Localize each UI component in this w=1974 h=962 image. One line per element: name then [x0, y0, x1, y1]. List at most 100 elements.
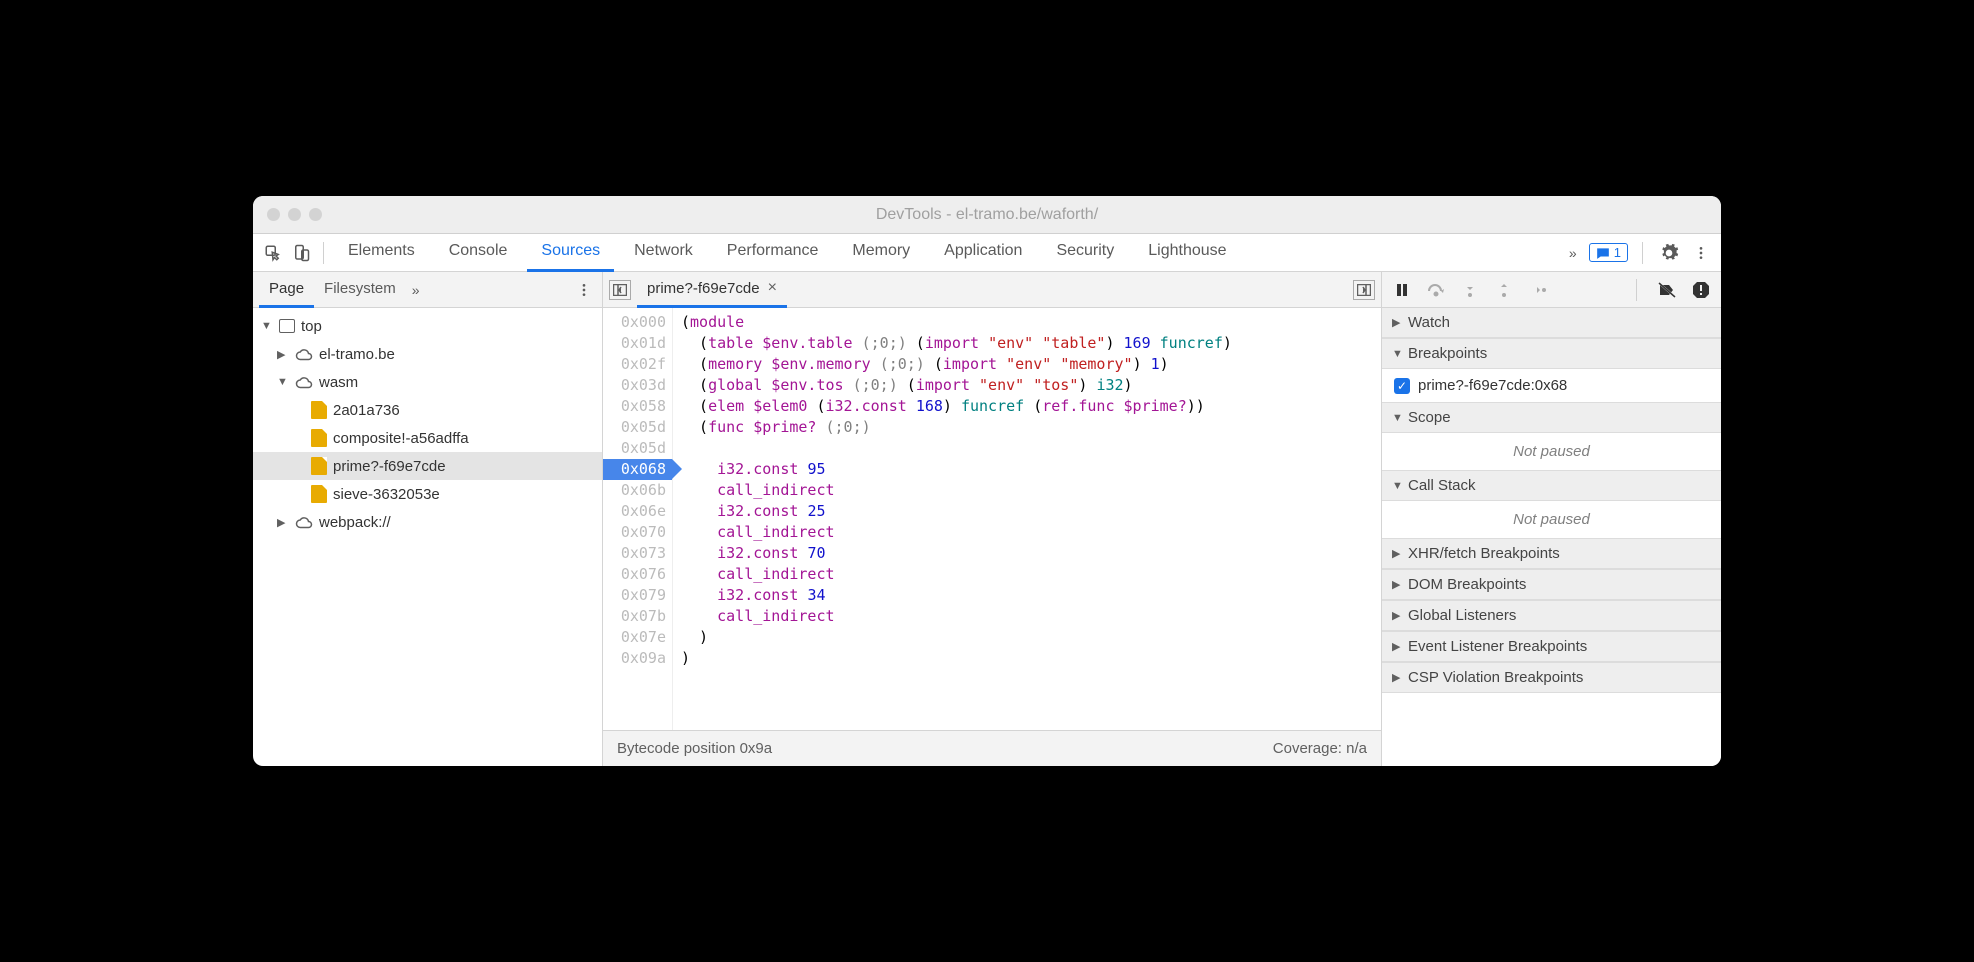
code-line[interactable]: (elem $elem0 (i32.const 168) funcref (re…: [681, 396, 1232, 417]
tree-item[interactable]: ▶composite!-a56adffa: [253, 424, 602, 452]
code-line[interactable]: (module: [681, 312, 1232, 333]
close-window-button[interactable]: [267, 208, 280, 221]
gutter-line[interactable]: 0x000: [603, 312, 666, 333]
gutter-line[interactable]: 0x02f: [603, 354, 666, 375]
tree-item[interactable]: ▼wasm: [253, 368, 602, 396]
chevron-icon: ▶: [1392, 640, 1402, 653]
gutter-line[interactable]: 0x01d: [603, 333, 666, 354]
gutter-line-breakpoint[interactable]: 0x068: [603, 459, 672, 480]
code-line[interactable]: call_indirect: [681, 564, 1232, 585]
debugger-section-header[interactable]: ▼Breakpoints: [1382, 338, 1721, 369]
step-into-icon[interactable]: [1460, 280, 1480, 300]
close-tab-icon[interactable]: ×: [768, 279, 777, 297]
tree-item[interactable]: ▼top: [253, 312, 602, 340]
chevron-down-icon[interactable]: ▼: [277, 376, 289, 388]
navigator-more-icon[interactable]: »: [412, 282, 420, 298]
code-line[interactable]: [681, 438, 1232, 459]
main-tab-security[interactable]: Security: [1042, 234, 1128, 272]
code-line[interactable]: i32.const 25: [681, 501, 1232, 522]
code-line[interactable]: ): [681, 627, 1232, 648]
debugger-section-header[interactable]: ▶Event Listener Breakpoints: [1382, 631, 1721, 662]
more-tabs-icon[interactable]: »: [1561, 241, 1585, 265]
code-line[interactable]: call_indirect: [681, 522, 1232, 543]
code-line[interactable]: i32.const 34: [681, 585, 1232, 606]
code-line[interactable]: i32.const 95: [681, 459, 1232, 480]
main-tab-network[interactable]: Network: [620, 234, 707, 272]
gutter-line[interactable]: 0x05d: [603, 438, 666, 459]
show-navigator-icon[interactable]: [609, 280, 631, 300]
code-line[interactable]: i32.const 70: [681, 543, 1232, 564]
debugger-section-header[interactable]: ▶XHR/fetch Breakpoints: [1382, 538, 1721, 569]
main-tab-sources[interactable]: Sources: [527, 234, 614, 272]
code-line[interactable]: (memory $env.memory (;0;) (import "env" …: [681, 354, 1232, 375]
main-tab-application[interactable]: Application: [930, 234, 1036, 272]
breakpoint-row[interactable]: ✓ prime?-f69e7cde:0x68: [1382, 369, 1721, 402]
chevron-right-icon[interactable]: ▶: [277, 516, 289, 529]
debugger-section-header[interactable]: ▶Global Listeners: [1382, 600, 1721, 631]
main-tab-lighthouse[interactable]: Lighthouse: [1134, 234, 1240, 272]
gutter-line[interactable]: 0x058: [603, 396, 666, 417]
gutter-line[interactable]: 0x06e: [603, 501, 666, 522]
debugger-section-header[interactable]: ▶DOM Breakpoints: [1382, 569, 1721, 600]
messages-count: 1: [1614, 245, 1621, 260]
messages-badge[interactable]: 1: [1589, 243, 1628, 262]
nav-tab-filesystem[interactable]: Filesystem: [314, 272, 406, 308]
main-tab-elements[interactable]: Elements: [334, 234, 429, 272]
debugger-section-header[interactable]: ▶CSP Violation Breakpoints: [1382, 662, 1721, 693]
gutter-line[interactable]: 0x06b: [603, 480, 666, 501]
main-tab-performance[interactable]: Performance: [713, 234, 833, 272]
main-tab-memory[interactable]: Memory: [838, 234, 924, 272]
breakpoint-label: prime?-f69e7cde:0x68: [1418, 377, 1567, 394]
pause-icon[interactable]: [1392, 280, 1412, 300]
device-toggle-icon[interactable]: [289, 241, 313, 265]
navigator-menu-icon[interactable]: [572, 278, 596, 302]
gutter-line[interactable]: 0x09a: [603, 648, 666, 669]
main-tab-console[interactable]: Console: [435, 234, 522, 272]
tree-item[interactable]: ▶sieve-3632053e: [253, 480, 602, 508]
gutter-line[interactable]: 0x05d: [603, 417, 666, 438]
code-line[interactable]: (func $prime? (;0;): [681, 417, 1232, 438]
debugger-section-header[interactable]: ▼Call Stack: [1382, 470, 1721, 501]
inspect-icon[interactable]: [261, 241, 285, 265]
file-icon: [311, 457, 327, 475]
code-line[interactable]: (table $env.table (;0;) (import "env" "t…: [681, 333, 1232, 354]
step-icon[interactable]: [1528, 280, 1548, 300]
gutter-line[interactable]: 0x079: [603, 585, 666, 606]
code-line[interactable]: call_indirect: [681, 606, 1232, 627]
kebab-menu-icon[interactable]: [1689, 241, 1713, 265]
code[interactable]: (module (table $env.table (;0;) (import …: [673, 308, 1240, 730]
chevron-right-icon[interactable]: ▶: [277, 348, 289, 361]
gutter-line[interactable]: 0x07b: [603, 606, 666, 627]
settings-icon[interactable]: [1657, 241, 1681, 265]
gutter-line[interactable]: 0x07e: [603, 627, 666, 648]
gutter-line[interactable]: 0x073: [603, 543, 666, 564]
tree-item[interactable]: ▶2a01a736: [253, 396, 602, 424]
step-over-icon[interactable]: [1426, 280, 1446, 300]
debugger-section-header[interactable]: ▼Scope: [1382, 402, 1721, 433]
gutter-line[interactable]: 0x03d: [603, 375, 666, 396]
editor-tab-active[interactable]: prime?-f69e7cde ×: [637, 272, 787, 308]
code-line[interactable]: ): [681, 648, 1232, 669]
code-line[interactable]: (global $env.tos (;0;) (import "env" "to…: [681, 375, 1232, 396]
section-title: Global Listeners: [1408, 607, 1516, 624]
pause-on-exceptions-icon[interactable]: [1691, 280, 1711, 300]
tree-item[interactable]: ▶prime?-f69e7cde: [253, 452, 602, 480]
code-line[interactable]: call_indirect: [681, 480, 1232, 501]
step-out-icon[interactable]: [1494, 280, 1514, 300]
minimize-window-button[interactable]: [288, 208, 301, 221]
editor-body[interactable]: 0x0000x01d0x02f0x03d0x0580x05d0x05d0x068…: [603, 308, 1381, 730]
tree-item[interactable]: ▶webpack://: [253, 508, 602, 536]
show-debugger-icon[interactable]: [1353, 280, 1375, 300]
gutter-line[interactable]: 0x076: [603, 564, 666, 585]
navigator-tabs: PageFilesystem »: [253, 272, 602, 308]
gutter[interactable]: 0x0000x01d0x02f0x03d0x0580x05d0x05d0x068…: [603, 308, 673, 730]
checkbox-checked-icon[interactable]: ✓: [1394, 378, 1410, 394]
deactivate-breakpoints-icon[interactable]: [1657, 280, 1677, 300]
tree-item[interactable]: ▶el-tramo.be: [253, 340, 602, 368]
chevron-down-icon[interactable]: ▼: [261, 320, 273, 332]
gutter-line[interactable]: 0x070: [603, 522, 666, 543]
zoom-window-button[interactable]: [309, 208, 322, 221]
debugger-section-header[interactable]: ▶Watch: [1382, 308, 1721, 338]
chevron-icon: ▼: [1392, 480, 1402, 492]
nav-tab-page[interactable]: Page: [259, 272, 314, 308]
